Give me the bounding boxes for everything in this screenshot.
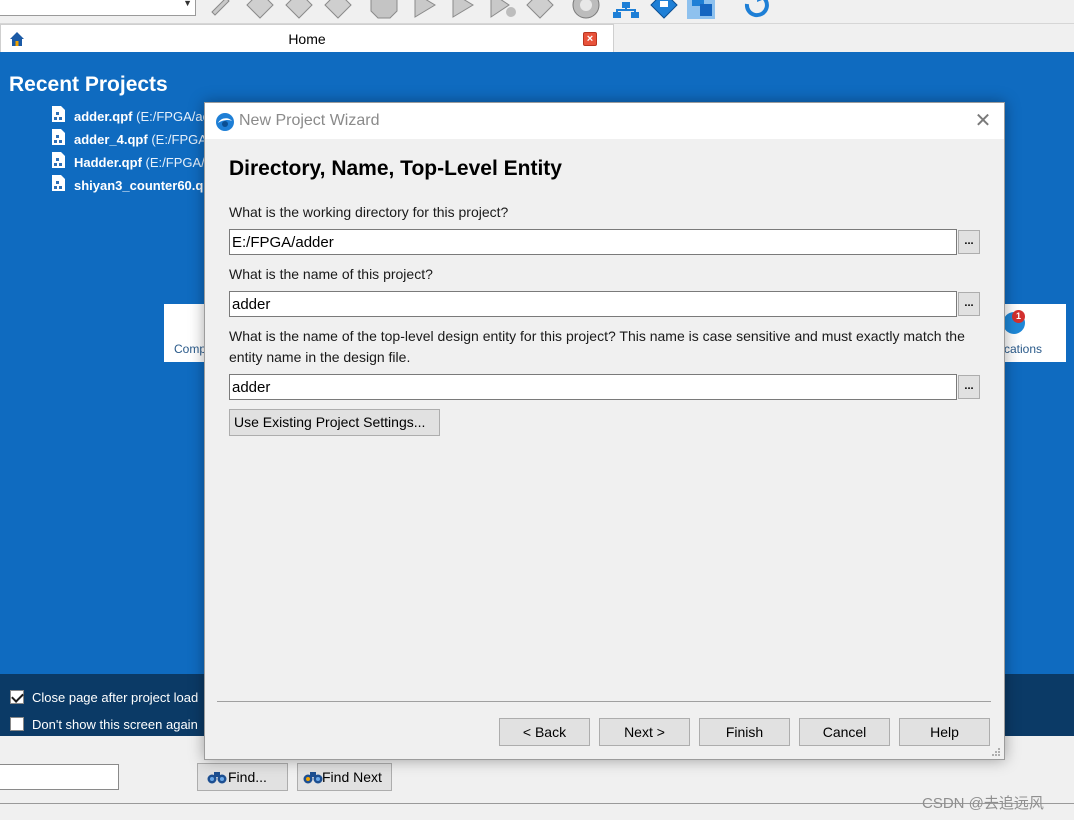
recent-project-name: adder.qpf <box>74 109 133 124</box>
dialog-close-icon[interactable]: ✕ <box>973 111 993 131</box>
netlist-viewer-icon[interactable] <box>611 0 641 20</box>
working-directory-field[interactable]: E:/FPGA/adder <box>229 229 957 255</box>
close-after-load-checkbox[interactable] <box>10 690 24 704</box>
resize-grip-icon[interactable] <box>991 747 1001 757</box>
directory-question-label: What is the working directory for this p… <box>229 204 509 220</box>
project-file-icon <box>52 175 65 191</box>
close-after-load-label: Close page after project load <box>32 690 199 705</box>
start-timing-icon[interactable] <box>488 0 518 20</box>
tab-home[interactable]: Home × <box>0 24 614 52</box>
watermark-text: CSDN @去追远风 <box>922 795 1044 812</box>
find-next-button[interactable]: Find Next <box>297 763 392 791</box>
new-project-wizard-dialog: New Project Wizard ✕ Directory, Name, To… <box>204 102 1005 760</box>
project-name-field[interactable]: adder <box>229 291 957 317</box>
revision-combo[interactable]: ▼ <box>0 0 196 16</box>
top-level-question-label: What is the name of the top-level design… <box>229 328 965 365</box>
recent-project-path: (E:/FPGA, <box>151 132 211 147</box>
notifications-tile-label: cations <box>1004 342 1043 356</box>
netlist-diamond-icon[interactable] <box>525 0 555 20</box>
find-bar-divider <box>0 803 1074 804</box>
compilation-tile[interactable]: Comp <box>164 304 206 362</box>
use-existing-settings-button[interactable]: Use Existing Project Settings... <box>229 409 440 436</box>
refresh-arrow-icon[interactable] <box>741 0 771 20</box>
back-button[interactable]: < Back <box>499 718 590 746</box>
pin-planner-icon[interactable] <box>686 0 716 20</box>
binoculars-icon <box>303 772 323 784</box>
compilation-tile-label: Comp <box>174 342 207 356</box>
next-button[interactable]: Next > <box>599 718 690 746</box>
notification-count-badge: 1 <box>1012 310 1025 323</box>
recent-project-name: adder_4.qpf <box>74 132 148 147</box>
project-name-question-label: What is the name of this project? <box>229 266 433 282</box>
dont-show-again-label: Don't show this screen again <box>32 717 198 732</box>
quartus-app-icon <box>216 113 234 131</box>
document-tabbar: Home × <box>0 24 1074 52</box>
browse-project-name-button[interactable]: ... <box>958 292 980 316</box>
finish-button[interactable]: Finish <box>699 718 790 746</box>
project-file-icon <box>52 152 65 168</box>
cancel-button[interactable]: Cancel <box>799 718 890 746</box>
browse-directory-button[interactable]: ... <box>958 230 980 254</box>
start-analysis-icon[interactable] <box>448 0 478 20</box>
dont-show-again-checkbox[interactable] <box>10 717 24 731</box>
browse-top-level-button[interactable]: ... <box>958 375 980 399</box>
close-tab-icon[interactable]: × <box>583 32 597 46</box>
top-level-entity-field[interactable]: adder <box>229 374 957 400</box>
recent-projects-title: Recent Projects <box>9 73 168 96</box>
recent-project-path: (E:/FPGA/I <box>145 155 209 170</box>
project-file-icon <box>52 129 65 145</box>
edit-settings-icon[interactable] <box>206 0 236 20</box>
synthesis-diamond-icon[interactable] <box>284 0 314 20</box>
stop-icon[interactable] <box>369 0 399 20</box>
tab-home-title: Home <box>288 31 326 47</box>
analysis-diamond-icon[interactable] <box>245 0 275 20</box>
main-toolbar: ▼ <box>0 0 1074 24</box>
dialog-title: New Project Wizard <box>239 112 380 129</box>
find-button[interactable]: Find... <box>197 763 288 791</box>
binoculars-icon <box>207 772 227 784</box>
recent-project-name: Hadder.qpf <box>74 155 142 170</box>
help-button[interactable]: Help <box>899 718 990 746</box>
fitter-diamond-icon[interactable] <box>323 0 353 20</box>
timing-analyzer-icon[interactable] <box>571 0 601 20</box>
dont-show-again-option[interactable]: Don't show this screen again <box>10 717 198 732</box>
wizard-page-heading: Directory, Name, Top-Level Entity <box>229 157 562 180</box>
dialog-divider <box>217 701 991 702</box>
chevron-down-icon: ▼ <box>183 0 192 8</box>
start-compilation-icon[interactable] <box>410 0 440 20</box>
find-next-button-label: Find Next <box>322 769 382 785</box>
project-file-icon <box>52 106 65 122</box>
notifications-tile[interactable]: 1 cations <box>1000 304 1066 362</box>
find-input[interactable] <box>0 764 119 790</box>
recent-project-name: shiyan3_counter60.q <box>74 178 204 193</box>
find-button-label: Find... <box>228 769 267 785</box>
dialog-titlebar[interactable]: New Project Wizard ✕ <box>205 103 1004 139</box>
chip-planner-diamond-icon[interactable] <box>649 0 679 20</box>
recent-project-path: (E:/FPGA/ac <box>136 109 210 124</box>
close-after-load-option[interactable]: Close page after project load <box>10 690 198 705</box>
